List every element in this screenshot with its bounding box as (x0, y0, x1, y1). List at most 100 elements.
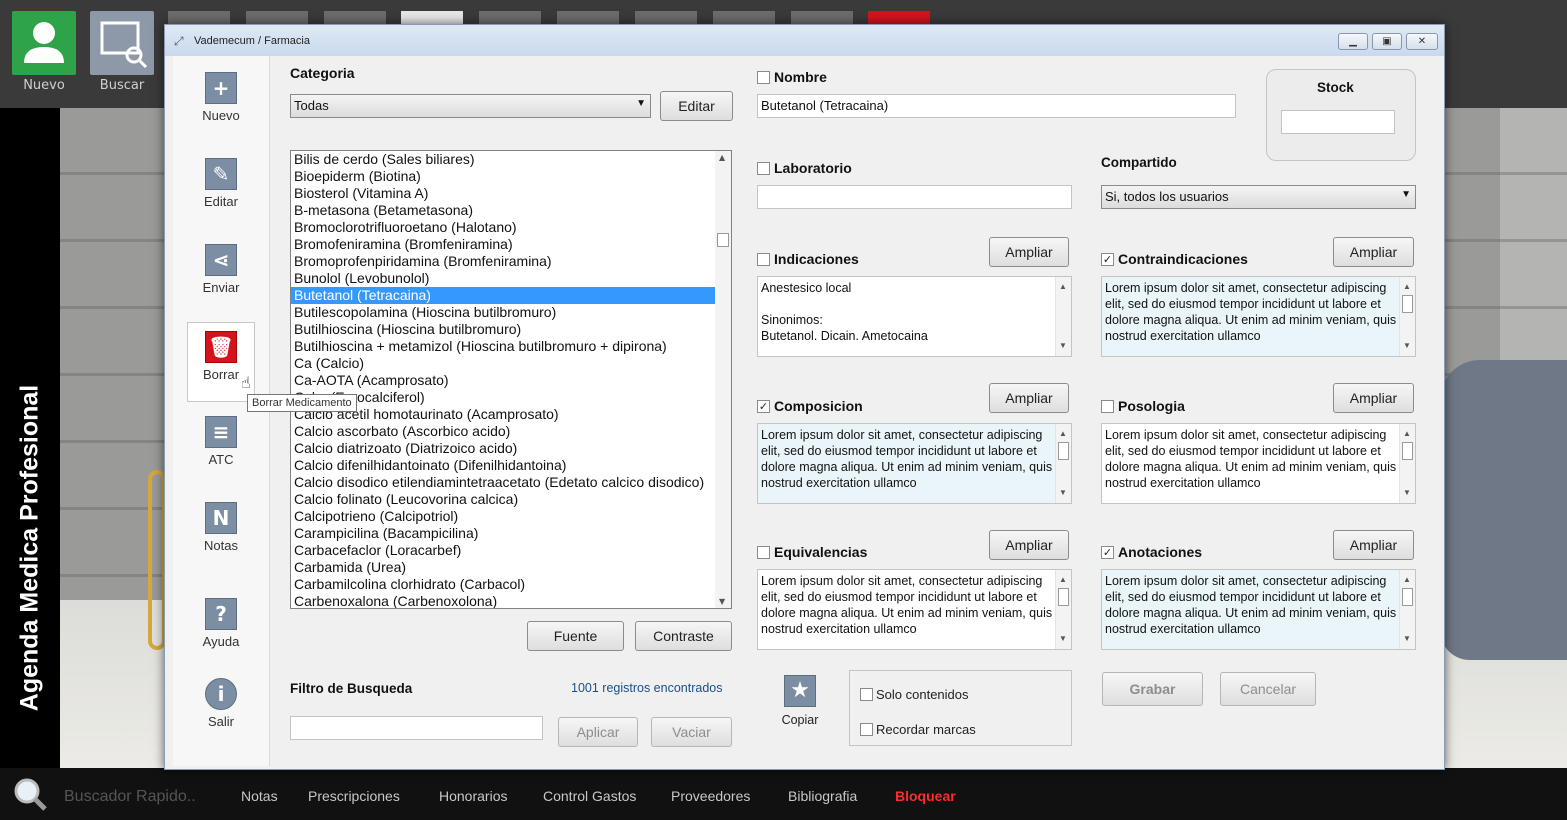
taskbar-link-honorarios[interactable]: Honorarios (439, 788, 507, 804)
scroll-up-icon[interactable]: ▲ (1059, 572, 1067, 588)
toolbar-notas-button[interactable]: N Notas (187, 494, 255, 574)
list-item[interactable]: Butilescopolamina (Hioscina butilbromuro… (291, 304, 731, 321)
list-item[interactable]: B-metasona (Betametasona) (291, 202, 731, 219)
list-item[interactable]: Bromoclorotrifluoroetano (Halotano) (291, 219, 731, 236)
cancelar-button[interactable]: Cancelar (1220, 672, 1316, 706)
minimize-button[interactable]: ▁ (1338, 33, 1368, 50)
toolbar-nuevo-button[interactable]: + Nuevo (187, 64, 255, 144)
list-item[interactable]: Calcio difenilhidantoinato (Difenilhidan… (291, 457, 731, 474)
list-item[interactable]: Calcio diatrizoato (Diatrizoico acido) (291, 440, 731, 457)
toolbar-atc-button[interactable]: ≡ ATC (187, 408, 255, 488)
scroll-thumb[interactable] (1402, 442, 1413, 460)
indicaciones-checkbox[interactable] (757, 253, 770, 266)
scroll-up-icon[interactable]: ▲ (1403, 426, 1411, 442)
buscar-top-button[interactable] (90, 11, 154, 75)
toolbar-button[interactable] (635, 11, 697, 25)
taskbar-link-control-gastos[interactable]: Control Gastos (543, 788, 636, 804)
textarea-scrollbar[interactable]: ▲ ▼ (1399, 424, 1415, 503)
textarea-scrollbar[interactable]: ▲ ▼ (1055, 424, 1071, 503)
list-item[interactable]: Butilhioscina + metamizol (Hioscina buti… (291, 338, 731, 355)
taskbar-link-prescripciones[interactable]: Prescripciones (308, 788, 400, 804)
toolbar-button[interactable] (324, 11, 386, 25)
scroll-up-icon[interactable]: ▲ (719, 153, 725, 162)
composicion-ampliar-button[interactable]: Ampliar (989, 383, 1069, 413)
taskbar-link-bibliografia[interactable]: Bibliografia (788, 788, 857, 804)
list-item[interactable]: Bioepiderm (Biotina) (291, 168, 731, 185)
scroll-down-icon[interactable]: ▼ (1059, 338, 1067, 354)
list-item[interactable]: Butilhioscina (Hioscina butilbromuro) (291, 321, 731, 338)
scroll-down-icon[interactable]: ▼ (1403, 485, 1411, 501)
contraindicaciones-textarea[interactable]: Lorem ipsum dolor sit amet, consectetur … (1101, 276, 1416, 357)
posologia-textarea[interactable]: Lorem ipsum dolor sit amet, consectetur … (1101, 423, 1416, 504)
anotaciones-checkbox[interactable]: ✓ (1101, 546, 1114, 559)
compartido-select[interactable]: Si, todos los usuarios ▼ (1101, 185, 1416, 209)
equivalencias-textarea[interactable]: Lorem ipsum dolor sit amet, consectetur … (757, 569, 1072, 650)
toolbar-editar-button[interactable]: ✎ Editar (187, 150, 255, 230)
posologia-checkbox[interactable] (1101, 400, 1114, 413)
toolbar-ayuda-button[interactable]: ? Ayuda (187, 590, 255, 670)
toolbar-button[interactable] (868, 11, 930, 25)
contraindicaciones-checkbox[interactable]: ✓ (1101, 253, 1114, 266)
contraste-button[interactable]: Contraste (635, 621, 732, 651)
list-item[interactable]: Carampicilina (Bacampicilina) (291, 525, 731, 542)
scroll-up-icon[interactable]: ▲ (1403, 572, 1411, 588)
toolbar-enviar-button[interactable]: ⋖ Enviar (187, 236, 255, 316)
scroll-thumb[interactable] (717, 233, 729, 247)
scroll-down-icon[interactable]: ▼ (719, 597, 725, 606)
contraindicaciones-ampliar-button[interactable]: Ampliar (1333, 237, 1414, 267)
scroll-down-icon[interactable]: ▼ (1059, 631, 1067, 647)
composicion-textarea[interactable]: Lorem ipsum dolor sit amet, consectetur … (757, 423, 1072, 504)
medicamentos-list[interactable]: Bilis de cerdo (Sales biliares) Bioepider… (290, 150, 732, 609)
vaciar-button[interactable]: Vaciar (651, 717, 732, 747)
scroll-up-icon[interactable]: ▲ (1059, 426, 1067, 442)
list-item[interactable]: Ca-AOTA (Acamprosato) (291, 372, 731, 389)
laboratorio-checkbox[interactable] (757, 162, 770, 175)
list-item[interactable]: Carbenoxalona (Carbenoxolona) (291, 593, 731, 608)
scroll-thumb[interactable] (1402, 588, 1413, 606)
list-item[interactable]: Butetanol (Tetracaina) (291, 287, 731, 304)
scroll-thumb[interactable] (1402, 295, 1413, 313)
window-titlebar[interactable]: ⤢ Vademecum / Farmacia ▁ ▣ ✕ (165, 25, 1444, 56)
stock-input[interactable] (1281, 110, 1395, 134)
nombre-checkbox[interactable] (757, 71, 770, 84)
grabar-button[interactable]: Grabar (1102, 672, 1203, 706)
toolbar-button[interactable] (713, 11, 775, 25)
nuevo-top-button[interactable] (12, 11, 76, 75)
list-item[interactable]: Calcio ascorbato (Ascorbico acido) (291, 423, 731, 440)
list-item[interactable]: Cal... (Ergocalciferol) (291, 389, 731, 406)
scroll-up-icon[interactable]: ▲ (1059, 279, 1067, 295)
list-item[interactable]: Calcio acetil homotaurinato (Acamprosato… (291, 406, 731, 423)
aplicar-button[interactable]: Aplicar (558, 717, 638, 747)
laboratorio-input[interactable] (757, 185, 1072, 209)
list-item[interactable]: Bromofeniramina (Bromfeniramina) (291, 236, 731, 253)
list-item[interactable]: Bilis de cerdo (Sales biliares) (291, 151, 731, 168)
posologia-ampliar-button[interactable]: Ampliar (1333, 383, 1414, 413)
scroll-thumb[interactable] (1058, 442, 1069, 460)
list-item[interactable]: Carbamida (Urea) (291, 559, 731, 576)
fuente-button[interactable]: Fuente (527, 621, 624, 651)
scroll-down-icon[interactable]: ▼ (1403, 631, 1411, 647)
copiar-button[interactable]: ★ Copiar (775, 675, 825, 735)
list-item[interactable]: Biosterol (Vitamina A) (291, 185, 731, 202)
textarea-scrollbar[interactable]: ▲ ▼ (1399, 570, 1415, 649)
maximize-button[interactable]: ▣ (1372, 33, 1402, 50)
anotaciones-ampliar-button[interactable]: Ampliar (1333, 530, 1414, 560)
toolbar-button[interactable] (246, 11, 308, 25)
list-item[interactable]: Calcio disodico etilendiamintetraacetato… (291, 474, 731, 491)
categoria-edit-button[interactable]: Editar (660, 91, 733, 121)
equivalencias-ampliar-button[interactable]: Ampliar (989, 530, 1069, 560)
taskbar-link-bloquear[interactable]: Bloquear (895, 788, 956, 804)
nombre-input[interactable]: Butetanol (Tetracaina) (757, 94, 1236, 118)
list-scrollbar[interactable]: ▲ ▼ (715, 151, 731, 608)
scroll-up-icon[interactable]: ▲ (1403, 279, 1411, 295)
indicaciones-textarea[interactable]: Anestesico local Sinonimos: Butetanol. D… (757, 276, 1072, 357)
list-item[interactable]: Ca (Calcio) (291, 355, 731, 372)
textarea-scrollbar[interactable]: ▲ ▼ (1399, 277, 1415, 356)
indicaciones-ampliar-button[interactable]: Ampliar (989, 237, 1069, 267)
categoria-select[interactable]: Todas ▼ (290, 94, 651, 118)
scroll-thumb[interactable] (1058, 588, 1069, 606)
list-item[interactable]: Carbacefaclor (Loracarbef) (291, 542, 731, 559)
list-item[interactable]: Bromoprofenpiridamina (Bromfeniramina) (291, 253, 731, 270)
taskbar-link-notas[interactable]: Notas (241, 788, 278, 804)
anotaciones-textarea[interactable]: Lorem ipsum dolor sit amet, consectetur … (1101, 569, 1416, 650)
